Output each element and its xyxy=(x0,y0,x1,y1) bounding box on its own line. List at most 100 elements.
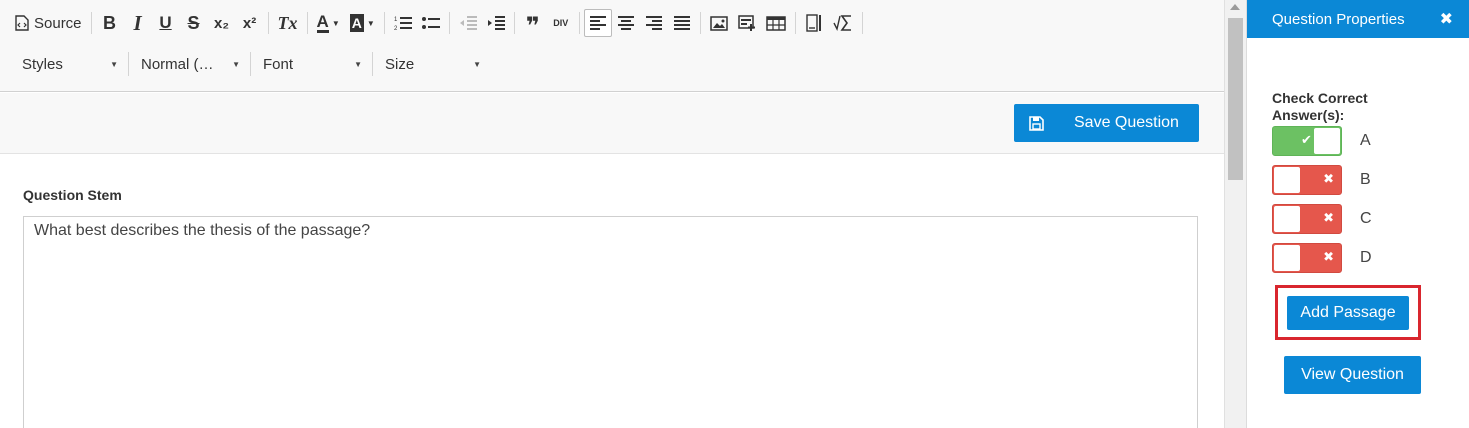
toolbar-separator xyxy=(794,12,796,34)
format-dropdown[interactable]: Normal (… ▼ xyxy=(129,49,250,79)
toolbar-row-2: Styles ▼ Normal (… ▼ Font ▼ Size ▼ xyxy=(10,48,491,80)
answer-toggle-row-d: ✖ D xyxy=(1272,243,1372,273)
scroll-up-arrow-icon[interactable] xyxy=(1230,4,1240,10)
insert-image-button[interactable] xyxy=(705,9,733,37)
superscript-button[interactable]: x² xyxy=(236,9,264,37)
answer-toggle-row-c: ✖ C xyxy=(1272,204,1372,234)
toolbar-separator xyxy=(513,12,515,34)
toggle-knob xyxy=(1314,128,1340,154)
answer-toggle-a[interactable]: ✔ xyxy=(1272,126,1342,156)
vertical-scrollbar[interactable] xyxy=(1224,0,1246,428)
size-dropdown-label: Size xyxy=(385,55,415,73)
chevron-down-icon: ▼ xyxy=(354,59,362,69)
toolbar-separator xyxy=(90,12,92,34)
subscript-button[interactable]: x₂ xyxy=(208,9,236,37)
svg-text:2: 2 xyxy=(394,26,398,31)
answer-toggle-c[interactable]: ✖ xyxy=(1272,204,1342,234)
align-justify-button[interactable] xyxy=(668,9,696,37)
toggle-knob xyxy=(1274,206,1300,232)
page-break-button[interactable] xyxy=(800,9,828,37)
styles-dropdown[interactable]: Styles ▼ xyxy=(10,49,128,79)
save-question-label: Save Question xyxy=(1074,114,1179,131)
align-right-button[interactable] xyxy=(640,9,668,37)
bulleted-list-button[interactable] xyxy=(417,9,445,37)
question-stem-input[interactable]: What best describes the thesis of the pa… xyxy=(23,216,1198,428)
underline-button[interactable]: U xyxy=(152,9,180,37)
align-left-icon xyxy=(589,16,606,30)
svg-text:1: 1 xyxy=(394,17,398,23)
scrollbar-thumb[interactable] xyxy=(1228,18,1243,180)
add-passage-button[interactable]: Add Passage xyxy=(1287,296,1409,330)
chevron-down-icon: ▼ xyxy=(366,18,375,28)
align-center-icon xyxy=(617,16,634,30)
text-color-button[interactable]: A ▼ xyxy=(312,9,345,37)
panel-header: Question Properties ✖ xyxy=(1247,0,1469,38)
strikethrough-button[interactable]: S xyxy=(180,9,208,37)
view-question-button[interactable]: View Question xyxy=(1284,356,1421,394)
blockquote-icon: ❞ xyxy=(525,13,540,40)
toolbar-separator xyxy=(267,12,269,34)
close-icon[interactable]: ✖ xyxy=(1440,9,1453,29)
question-editor: Source B I U S x₂ x² Tx A ▼ A ▼ 12 ❞ DIV… xyxy=(0,0,1224,428)
chevron-down-icon: ▼ xyxy=(331,18,340,28)
chevron-down-icon: ▼ xyxy=(473,59,481,69)
div-container-icon: DIV xyxy=(553,18,569,28)
math-formula-button[interactable] xyxy=(828,9,858,37)
outdent-button[interactable] xyxy=(454,9,482,37)
strikethrough-icon: S xyxy=(187,12,200,33)
cross-icon: ✖ xyxy=(1323,171,1334,186)
source-label: Source xyxy=(34,14,82,32)
insert-special-button[interactable] xyxy=(733,9,761,37)
div-container-button[interactable]: DIV xyxy=(547,9,575,37)
toolbar-separator xyxy=(448,12,450,34)
check-icon: ✔ xyxy=(1301,132,1312,147)
italic-button[interactable]: I xyxy=(124,9,152,37)
numbered-list-button[interactable]: 12 xyxy=(389,9,417,37)
underline-icon: U xyxy=(159,13,172,32)
answer-toggle-row-a: ✔ A xyxy=(1272,126,1371,156)
editor-toolbar: Source B I U S x₂ x² Tx A ▼ A ▼ 12 ❞ DIV… xyxy=(0,0,1224,92)
subscript-icon: x₂ xyxy=(214,14,230,32)
answer-letter: A xyxy=(1360,132,1371,149)
font-dropdown-label: Font xyxy=(263,55,294,73)
blockquote-button[interactable]: ❞ xyxy=(519,9,547,40)
align-center-button[interactable] xyxy=(612,9,640,37)
italic-icon: I xyxy=(133,10,142,35)
answer-letter: B xyxy=(1360,171,1371,188)
answer-toggle-b[interactable]: ✖ xyxy=(1272,165,1342,195)
superscript-icon: x² xyxy=(242,14,257,32)
table-icon xyxy=(766,15,786,31)
remove-format-icon: Tx xyxy=(277,12,298,33)
chevron-down-icon: ▼ xyxy=(110,59,118,69)
page-break-icon xyxy=(806,14,821,32)
background-color-button[interactable]: A ▼ xyxy=(345,9,380,37)
floppy-disk-icon xyxy=(1014,115,1058,131)
question-stem-label: Question Stem xyxy=(23,187,122,203)
indent-button[interactable] xyxy=(482,9,510,37)
question-properties-panel: Question Properties ✖ Check Correct Answ… xyxy=(1246,0,1469,428)
save-question-button[interactable]: Save Question xyxy=(1014,104,1199,142)
answer-letter: C xyxy=(1360,210,1372,227)
font-dropdown[interactable]: Font ▼ xyxy=(251,49,372,79)
remove-format-button[interactable]: Tx xyxy=(273,9,303,37)
insert-table-button[interactable] xyxy=(761,9,791,37)
align-right-icon xyxy=(645,16,662,30)
outdent-icon xyxy=(459,16,477,30)
source-button[interactable]: Source xyxy=(10,9,87,37)
toolbar-separator xyxy=(699,12,701,34)
answer-toggle-d[interactable]: ✖ xyxy=(1272,243,1342,273)
align-left-button[interactable] xyxy=(583,9,612,37)
align-justify-icon xyxy=(673,16,690,30)
indent-icon xyxy=(487,16,505,30)
toggle-knob xyxy=(1274,167,1300,193)
background-color-icon: A xyxy=(349,14,364,32)
toolbar-separator xyxy=(383,12,385,34)
panel-title: Question Properties xyxy=(1272,10,1405,28)
styles-dropdown-label: Styles xyxy=(22,55,63,73)
size-dropdown[interactable]: Size ▼ xyxy=(373,49,491,79)
toolbar-row-1: Source B I U S x₂ x² Tx A ▼ A ▼ 12 ❞ DIV xyxy=(10,7,867,39)
bold-button[interactable]: B xyxy=(96,9,124,37)
answer-toggle-row-b: ✖ B xyxy=(1272,165,1371,195)
bold-icon: B xyxy=(103,12,117,33)
answer-letter: D xyxy=(1360,249,1372,266)
